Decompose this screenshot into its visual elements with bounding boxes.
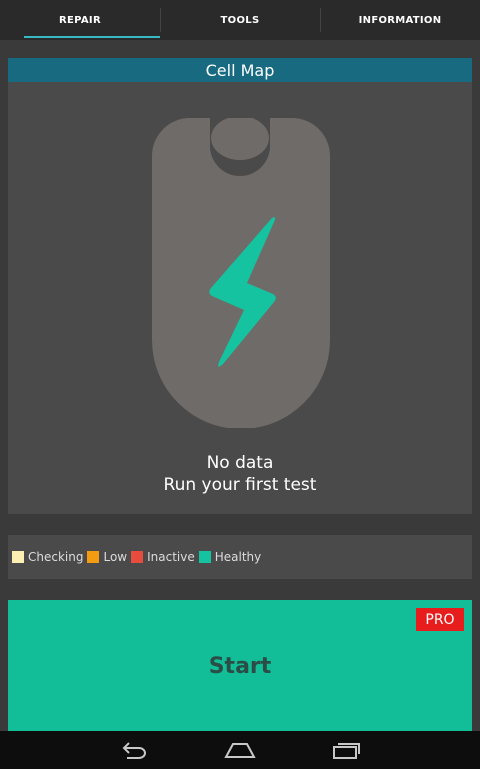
back-button[interactable]	[81, 731, 187, 769]
swatch-inactive	[131, 551, 144, 563]
swatch-checking	[12, 551, 24, 563]
start-button[interactable]: Start PRO	[8, 600, 472, 733]
recents-icon	[333, 743, 360, 759]
cell-map-title: Cell Map	[8, 58, 472, 82]
legend-label-inactive: Inactive	[147, 550, 195, 564]
start-label: Start	[208, 654, 272, 679]
tab-repair[interactable]: REPAIR	[0, 0, 160, 40]
tab-information[interactable]: INFORMATION	[320, 0, 480, 40]
legend-item-healthy: Healthy	[198, 550, 262, 564]
home-icon	[224, 743, 256, 758]
legend-item-low: Low	[87, 550, 127, 564]
legend-label-healthy: Healthy	[214, 550, 262, 564]
tab-tools[interactable]: TOOLS	[160, 0, 320, 40]
battery-bolt-icon	[151, 118, 330, 428]
back-icon	[122, 742, 146, 759]
home-button[interactable]	[187, 731, 293, 769]
cell-map-panel: Cell Map No data Run your first test	[8, 58, 472, 514]
run-test-hint: Run your first test	[163, 475, 317, 495]
legend-item-inactive: Inactive	[131, 550, 195, 564]
swatch-healthy	[198, 551, 211, 563]
swatch-low	[87, 551, 100, 563]
pro-badge: PRO	[416, 608, 464, 631]
legend-item-checking: Checking	[12, 550, 83, 564]
recents-button[interactable]	[293, 731, 399, 769]
system-navbar	[0, 731, 480, 769]
tab-bar: REPAIR TOOLS INFORMATION	[0, 0, 480, 40]
legend-label-low: Low	[103, 550, 128, 564]
no-data-label: No data	[206, 453, 274, 473]
legend: Checking Low Inactive Healthy	[8, 535, 472, 579]
legend-label-checking: Checking	[28, 550, 84, 564]
